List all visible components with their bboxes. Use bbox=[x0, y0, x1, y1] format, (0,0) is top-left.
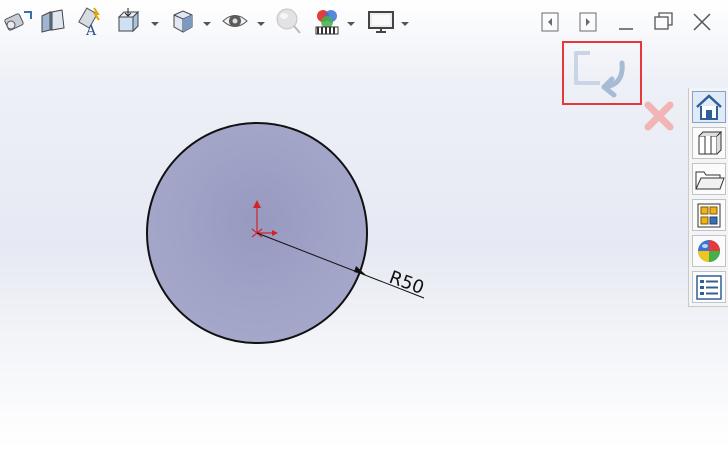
graphics-area[interactable]: R50 bbox=[0, 0, 728, 449]
radius-dimension-label: R50 bbox=[386, 267, 426, 299]
